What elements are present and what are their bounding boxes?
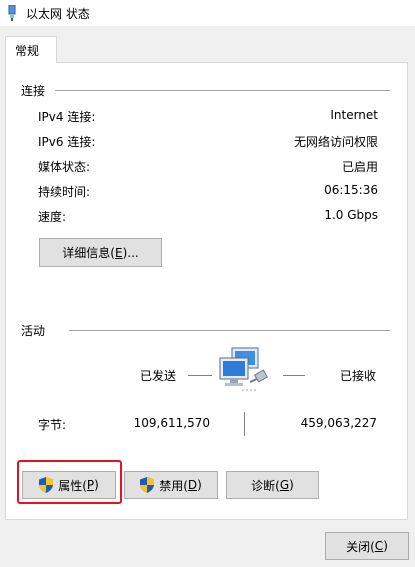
bytes-sent-value: 109,611,570 xyxy=(133,416,210,430)
properties-button-accesskey: P xyxy=(86,478,95,492)
speed-label: 速度: xyxy=(38,210,67,224)
details-button-text: 详细信息( xyxy=(62,246,115,260)
ipv4-value: Internet xyxy=(330,108,378,122)
diagnose-button-text: 诊断( xyxy=(251,478,280,493)
disable-button-accesskey: D xyxy=(187,478,198,492)
disable-button-text: 禁用( xyxy=(159,478,188,493)
received-connector xyxy=(283,375,305,376)
activity-divider xyxy=(69,330,390,331)
duration-value: 06:15:36 xyxy=(324,183,378,197)
uac-shield-icon xyxy=(39,477,54,493)
sent-label: 已发送 xyxy=(140,369,177,383)
close-button[interactable]: 关闭(C) xyxy=(325,532,409,560)
received-label: 已接收 xyxy=(340,369,377,383)
network-computers-icon xyxy=(219,347,269,391)
properties-button-suffix: ) xyxy=(94,478,99,492)
bytes-separator xyxy=(244,412,245,436)
ipv6-label: IPv6 连接: xyxy=(38,135,96,149)
close-button-accesskey: C xyxy=(374,539,384,553)
connection-divider xyxy=(55,90,390,91)
uac-shield-icon xyxy=(140,477,155,493)
duration-label: 持续时间: xyxy=(38,185,91,199)
speed-value: 1.0 Gbps xyxy=(324,208,378,222)
window-title: 以太网 状态 xyxy=(26,7,90,21)
network-adapter-icon xyxy=(8,5,16,21)
disable-button-suffix: ) xyxy=(197,478,202,492)
ipv6-value: 无网络访问权限 xyxy=(293,135,378,149)
activity-section-label: 活动 xyxy=(21,324,46,338)
tab-general[interactable]: 常规 xyxy=(5,36,57,63)
tab-label: 常规 xyxy=(15,44,40,58)
media-state-label: 媒体状态: xyxy=(38,160,91,174)
diagnose-button[interactable]: 诊断(G) xyxy=(226,471,319,499)
diagnose-button-accesskey: G xyxy=(279,478,290,492)
media-state-value: 已启用 xyxy=(341,160,378,174)
tab-panel-general xyxy=(5,62,408,520)
connection-section-label: 连接 xyxy=(21,84,46,98)
properties-button-text: 属性( xyxy=(58,478,87,493)
diagnose-button-suffix: ) xyxy=(289,478,294,492)
close-button-text: 关闭( xyxy=(346,539,375,554)
bytes-label: 字节: xyxy=(38,418,67,432)
close-button-suffix: ) xyxy=(383,539,388,553)
details-button[interactable]: 详细信息(E)... xyxy=(39,238,162,267)
details-button-accesskey: E xyxy=(114,245,123,260)
bytes-received-value: 459,063,227 xyxy=(300,416,377,430)
properties-button[interactable]: 属性(P) xyxy=(22,471,116,499)
details-button-suffix: )... xyxy=(122,245,139,260)
sent-connector xyxy=(188,375,212,376)
disable-button[interactable]: 禁用(D) xyxy=(124,471,218,499)
ipv4-label: IPv4 连接: xyxy=(38,110,96,124)
